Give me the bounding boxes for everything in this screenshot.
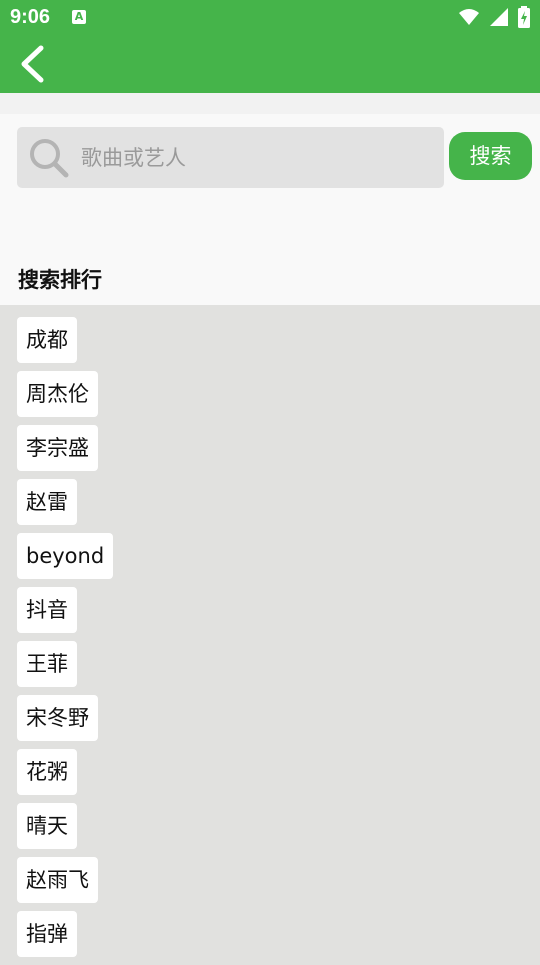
chevron-left-icon xyxy=(21,45,44,83)
search-input[interactable] xyxy=(79,135,433,181)
search-box[interactable] xyxy=(17,127,444,188)
ranking-item[interactable]: beyond xyxy=(17,533,114,579)
back-button[interactable] xyxy=(14,44,54,84)
wifi-icon xyxy=(458,9,479,25)
signal-icon xyxy=(489,8,508,26)
ranking-item[interactable]: 李宗盛 xyxy=(17,425,98,471)
ranking-item[interactable]: 周杰伦 xyxy=(17,371,98,417)
ranking-item[interactable]: 晴天 xyxy=(17,803,77,849)
ranking-item[interactable]: 赵雷 xyxy=(17,479,77,525)
ranking-item[interactable]: 指弹 xyxy=(17,911,77,957)
ranking-list: 成都 周杰伦 李宗盛 赵雷 beyond 抖音 王菲 宋冬野 花粥 晴天 赵雨飞… xyxy=(17,317,114,965)
search-section: 搜索 搜索排行 xyxy=(0,114,540,305)
ranking-item[interactable]: 成都 xyxy=(17,317,77,363)
status-icons xyxy=(454,6,530,30)
ranking-item[interactable]: 宋冬野 xyxy=(17,695,98,741)
ranking-item[interactable]: 赵雨飞 xyxy=(17,857,98,903)
notification-app-icon: A xyxy=(72,10,86,24)
status-time: 9:06 xyxy=(10,6,51,28)
search-button[interactable]: 搜索 xyxy=(449,132,532,180)
search-icon xyxy=(30,139,69,178)
ranking-title: 搜索排行 xyxy=(18,268,102,292)
status-bar: 9:06 A xyxy=(0,0,540,36)
ranking-item[interactable]: 花粥 xyxy=(17,749,77,795)
ranking-item[interactable]: 抖音 xyxy=(17,587,77,633)
divider xyxy=(0,93,540,114)
battery-charging-icon xyxy=(518,6,530,28)
app-bar xyxy=(0,36,540,93)
ranking-item[interactable]: 王菲 xyxy=(17,641,77,687)
